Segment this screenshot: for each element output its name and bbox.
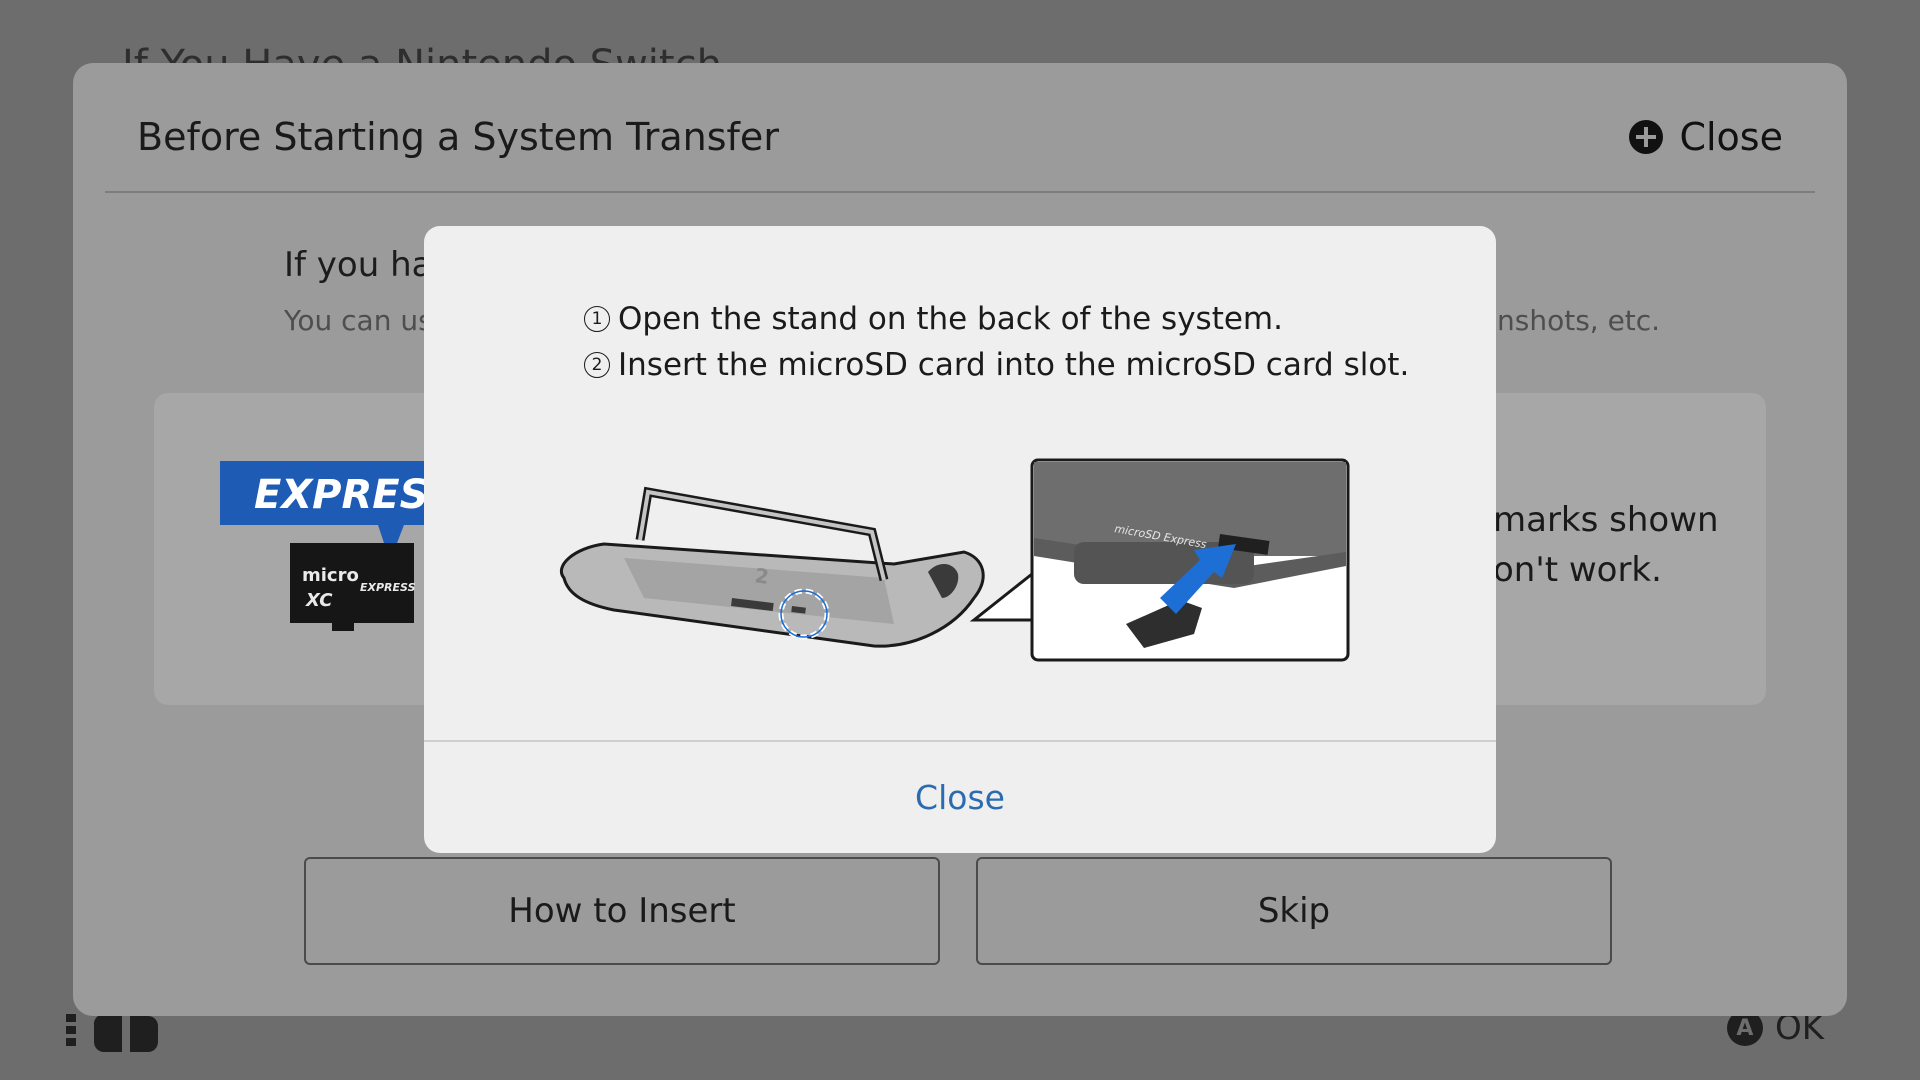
express-logo: EXPRES micro XC EXPRESS <box>220 461 430 635</box>
dialog-header: Before Starting a System Transfer Close <box>105 63 1815 193</box>
svg-text:micro: micro <box>302 565 359 586</box>
how-to-insert-button[interactable]: How to Insert <box>304 857 940 965</box>
dialog-close-button[interactable]: Close <box>1629 115 1783 159</box>
how-to-insert-modal: 1 Open the stand on the back of the syst… <box>424 226 1496 853</box>
step-number: 1 <box>584 306 610 332</box>
svg-text:XC: XC <box>305 590 333 611</box>
card-text-line2: on't work. <box>1493 550 1662 590</box>
slot-callout: microSD Express <box>969 458 1350 662</box>
insert-illustration: 2 microSD Express <box>554 448 1374 682</box>
controller-icon <box>66 1012 176 1056</box>
section-heading: If you have <box>284 245 434 285</box>
skip-button[interactable]: Skip <box>976 857 1612 965</box>
dialog-title: Before Starting a System Transfer <box>137 115 779 159</box>
step-number: 2 <box>584 352 610 378</box>
svg-text:EXPRES: EXPRES <box>254 472 428 518</box>
step-item: 1 Open the stand on the back of the syst… <box>584 296 1409 342</box>
instruction-steps: 1 Open the stand on the back of the syst… <box>584 296 1409 388</box>
modal-close-button[interactable]: Close <box>424 742 1496 853</box>
step-text: Insert the microSD card into the microSD… <box>618 347 1410 383</box>
dialog-close-label: Close <box>1679 115 1783 159</box>
step-item: 2 Insert the microSD card into the micro… <box>584 342 1409 388</box>
card-text: marks shown on't work. <box>1493 495 1719 595</box>
console-stand-illustration: 2 <box>560 486 985 648</box>
section-subtext-tail: nshots, etc. <box>1497 304 1661 337</box>
svg-text:EXPRESS: EXPRESS <box>360 581 416 594</box>
card-text-line1: marks shown <box>1493 500 1719 540</box>
section-subtext: You can use <box>284 304 424 337</box>
step-text: Open the stand on the back of the system… <box>618 301 1283 337</box>
plus-button-icon <box>1629 120 1664 154</box>
